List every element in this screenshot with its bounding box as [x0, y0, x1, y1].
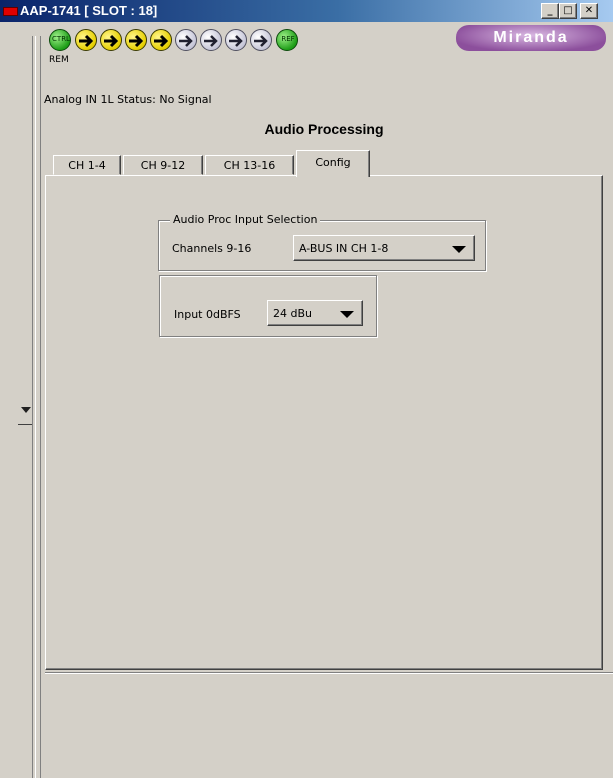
frame-divider [32, 36, 33, 778]
tab-ch-13-16[interactable]: CH 13-16 [205, 155, 294, 175]
input-selection-group-title: Audio Proc Input Selection [170, 213, 321, 226]
channels-9-16-select[interactable]: A-BUS IN CH 1-8 [293, 235, 475, 261]
tab-label: Config [315, 156, 351, 169]
input-arrow-icon[interactable] [75, 29, 97, 51]
tab-label: CH 9-12 [140, 159, 186, 172]
input-arrow-icon[interactable] [150, 29, 172, 51]
miranda-logo: Miranda [456, 25, 606, 51]
frame-divider [35, 36, 36, 778]
page-title: Audio Processing [264, 121, 384, 137]
input-arrow-icon[interactable] [250, 29, 272, 51]
divider [45, 673, 613, 674]
maximize-button[interactable]: □ [559, 3, 577, 19]
close-button[interactable]: ✕ [580, 3, 598, 19]
input-arrow-icon[interactable] [200, 29, 222, 51]
tab-ch-9-12[interactable]: CH 9-12 [123, 155, 203, 175]
tab-label: CH 1-4 [68, 159, 106, 172]
frame-divider [18, 424, 32, 425]
input-0dbfs-select[interactable]: 24 dBu [267, 300, 363, 326]
channels-9-16-value: A-BUS IN CH 1-8 [299, 242, 389, 255]
chevron-down-icon [340, 311, 354, 318]
rem-label: REM [49, 55, 69, 65]
chevron-down-icon [452, 246, 466, 253]
tab-config[interactable]: Config [296, 150, 370, 177]
window-app-icon [3, 7, 18, 16]
input-arrow-icon[interactable] [175, 29, 197, 51]
window-title-bar[interactable]: AAP-1741 [ SLOT : 18] _ □ ✕ [0, 0, 613, 22]
ctrl-status-icon[interactable]: CTRL [49, 29, 71, 51]
input-0dbfs-value: 24 dBu [273, 307, 312, 320]
channels-9-16-label: Channels 9-16 [172, 242, 252, 255]
ref-status-icon[interactable]: REF [276, 29, 298, 51]
ref-label: REF [281, 35, 295, 43]
input-arrow-icon[interactable] [100, 29, 122, 51]
window-left-frame [0, 22, 12, 778]
tab-label: CH 13-16 [223, 159, 276, 172]
ctrl-label: CTRL [52, 35, 70, 43]
input-0dbfs-label: Input 0dBFS [174, 308, 241, 321]
input-arrow-icon[interactable] [225, 29, 247, 51]
signal-status-text: Analog IN 1L Status: No Signal [44, 93, 212, 106]
window-title: AAP-1741 [ SLOT : 18] [20, 3, 158, 18]
minimize-button[interactable]: _ [541, 3, 559, 19]
input-arrow-icon[interactable] [125, 29, 147, 51]
collapse-panel-icon[interactable] [21, 407, 31, 413]
tab-ch-1-4[interactable]: CH 1-4 [53, 155, 121, 175]
frame-divider [40, 36, 41, 778]
